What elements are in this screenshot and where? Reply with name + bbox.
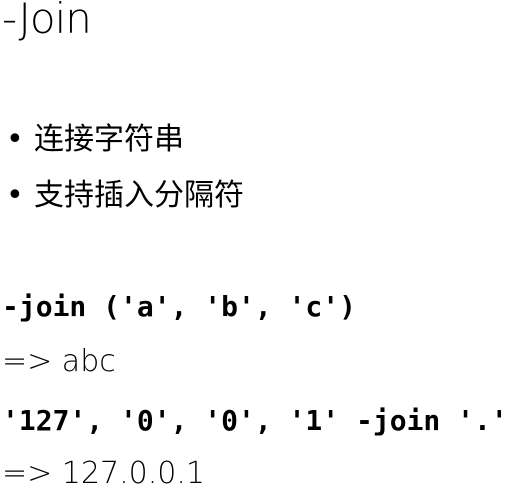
code-example: '127', '0', '0', '1' -join '.' (2, 404, 508, 437)
bullet-item: • 支持插入分隔符 (6, 170, 244, 214)
code-example: -join ('a', 'b', 'c') (2, 290, 357, 323)
bullet-text: 连接字符串 (34, 122, 184, 157)
bullet-icon: • (6, 122, 24, 157)
code-result: => abc (2, 344, 116, 379)
code-result: => 127.0.0.1 (2, 456, 205, 491)
slide-title: -Join (2, 0, 92, 43)
bullet-item: • 连接字符串 (6, 114, 184, 158)
bullet-icon: • (6, 178, 24, 213)
bullet-text: 支持插入分隔符 (34, 178, 244, 213)
